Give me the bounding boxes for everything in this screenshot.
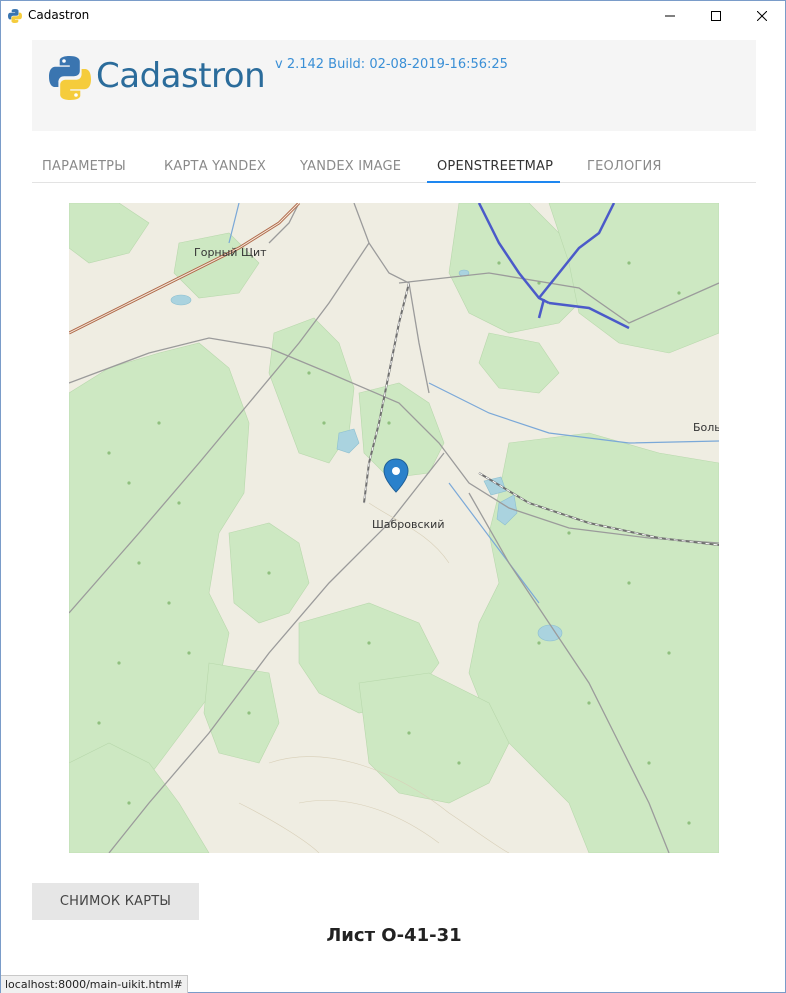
sheet-label: Лист О-41-31 xyxy=(326,925,462,946)
tab-yandex-image[interactable]: YANDEX IMAGE xyxy=(300,159,401,174)
map-label-gorny-shchit: Горный Щит xyxy=(194,246,267,259)
status-bar-url: localhost:8000/main-uikit.html# xyxy=(1,975,188,993)
tab-openstreetmap[interactable]: OPENSTREETMAP xyxy=(437,159,553,174)
close-icon xyxy=(757,11,767,21)
minimize-button[interactable] xyxy=(647,1,693,31)
version-label: v 2.142 Build: 02-08-2019-16:56:25 xyxy=(275,57,508,72)
minimize-icon xyxy=(665,15,675,17)
tab-yandex-map[interactable]: КАРТА YANDEX xyxy=(164,159,266,174)
python-app-icon xyxy=(8,9,22,23)
brand-name: Cadastron xyxy=(96,56,266,96)
tab-parameters[interactable]: ПАРАМЕТРЫ xyxy=(42,159,126,174)
active-tab-indicator xyxy=(427,181,560,183)
map-snapshot-button[interactable]: СНИМОК КАРТЫ xyxy=(32,883,199,920)
tab-bar: ПАРАМЕТРЫ КАРТА YANDEX YANDEX IMAGE OPEN… xyxy=(32,149,756,183)
python-logo-icon xyxy=(49,56,91,100)
window-title: Cadastron xyxy=(28,8,90,22)
title-bar[interactable]: Cadastron xyxy=(1,1,785,31)
map-tiles: Горный Щит Шабровский Боль xyxy=(69,203,719,853)
close-button[interactable] xyxy=(739,1,785,31)
map-label-shabrovsky: Шабровский xyxy=(372,518,444,531)
app-window: Cadastron Cadastron v 2.142 Build: 02-08… xyxy=(0,0,786,993)
tab-geology[interactable]: ГЕОЛОГИЯ xyxy=(587,159,662,174)
map-label-bol: Боль xyxy=(693,421,719,434)
maximize-button[interactable] xyxy=(693,1,739,31)
app-header: Cadastron v 2.142 Build: 02-08-2019-16:5… xyxy=(32,40,756,131)
map-view[interactable]: Горный Щит Шабровский Боль xyxy=(69,203,719,853)
maximize-icon xyxy=(711,11,721,21)
